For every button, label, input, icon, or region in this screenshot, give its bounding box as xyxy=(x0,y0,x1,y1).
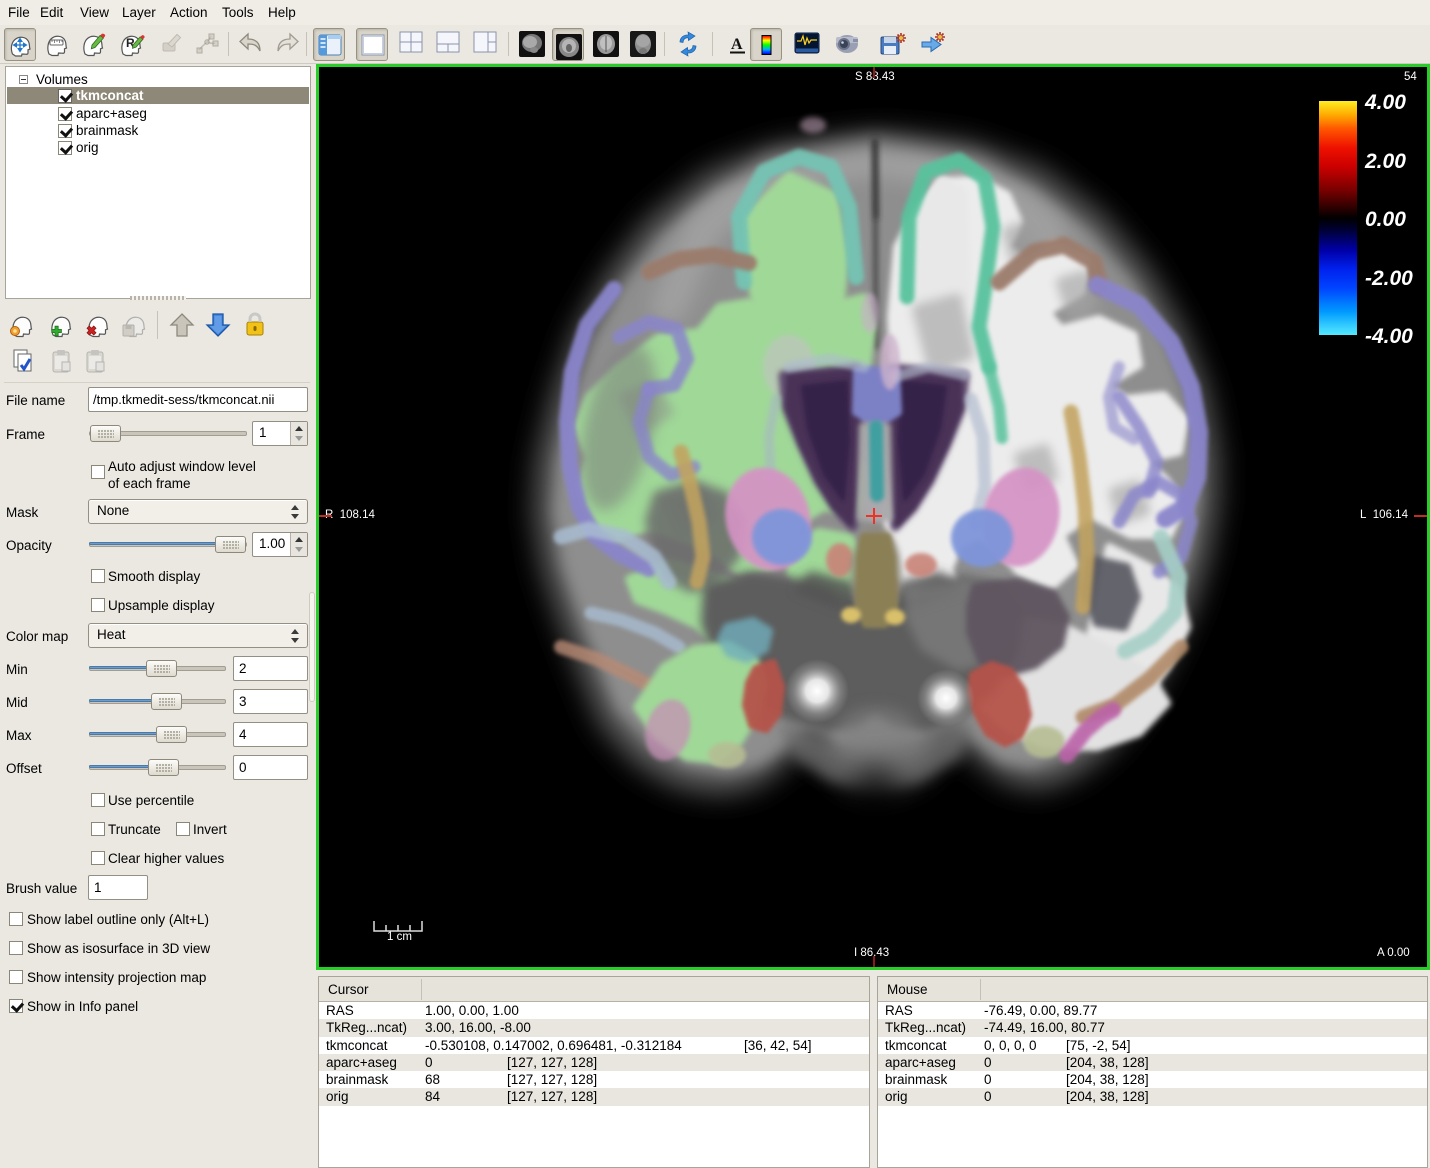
svg-text:A: A xyxy=(731,36,743,53)
